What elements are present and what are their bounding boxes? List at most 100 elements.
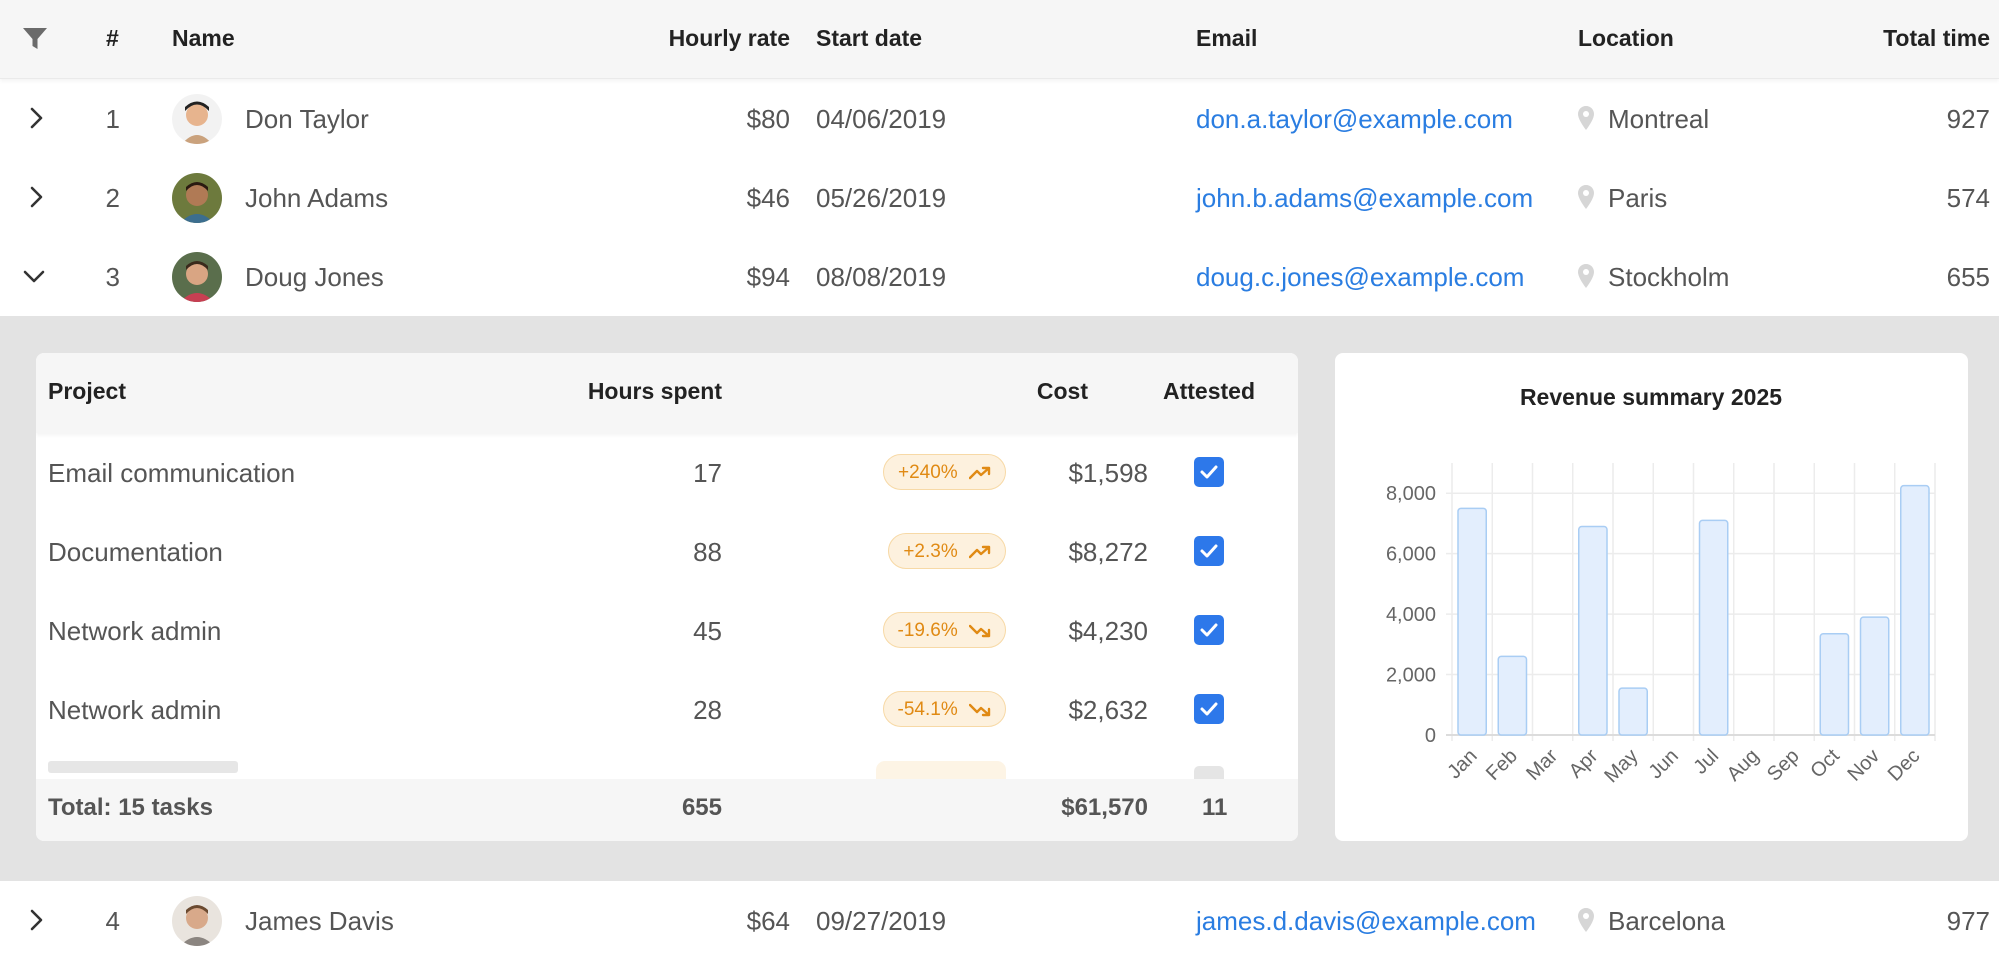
y-tick-label: 4,000 bbox=[1386, 604, 1436, 626]
x-tick-label: Dec bbox=[1884, 745, 1925, 786]
task-cost: $2,632 bbox=[1068, 695, 1148, 725]
column-header-number[interactable]: # bbox=[106, 25, 119, 52]
attested-checkbox[interactable] bbox=[1194, 694, 1224, 724]
location-pin-icon bbox=[1578, 106, 1594, 130]
start-date: 08/08/2019 bbox=[816, 262, 947, 292]
row-number: 4 bbox=[105, 906, 120, 936]
column-header-start-date[interactable]: Start date bbox=[816, 25, 922, 52]
hourly-rate: $64 bbox=[746, 906, 790, 936]
email-link[interactable]: don.a.taylor@example.com bbox=[1196, 104, 1513, 135]
x-tick-label: Jul bbox=[1690, 745, 1724, 779]
task-row[interactable]: Network admin 45 -19.6% $4,230 bbox=[36, 591, 1298, 670]
location: Paris bbox=[1608, 183, 1668, 213]
revenue-chart: Revenue summary 2025 0 2,000 4,000 6,000 8,0… bbox=[1386, 384, 1936, 787]
x-tick-label: Oct bbox=[1806, 745, 1844, 783]
column-header-total-time[interactable]: Total time bbox=[1790, 25, 1990, 52]
column-header-cost[interactable]: Cost bbox=[936, 378, 1088, 405]
change-badge: -54.1% bbox=[882, 691, 1006, 727]
attested-checkbox[interactable] bbox=[1194, 536, 1224, 566]
project-name: Network admin bbox=[48, 616, 222, 646]
avatar bbox=[172, 252, 222, 302]
y-tick-label: 8,000 bbox=[1386, 483, 1436, 505]
x-tick-label: Sep bbox=[1763, 745, 1804, 786]
trend-up-icon bbox=[968, 466, 991, 480]
filter-icon[interactable] bbox=[22, 26, 48, 52]
chart-title: Revenue summary 2025 bbox=[1520, 384, 1782, 410]
column-header-attested[interactable]: Attested bbox=[1163, 378, 1255, 405]
hourly-rate: $80 bbox=[746, 104, 790, 134]
chevron-down-icon[interactable] bbox=[22, 266, 46, 286]
bar bbox=[1859, 616, 1890, 736]
start-date: 09/27/2019 bbox=[816, 906, 947, 936]
start-date: 04/06/2019 bbox=[816, 104, 947, 134]
location-pin-icon bbox=[1578, 264, 1594, 288]
total-hours: 655 bbox=[681, 794, 722, 821]
column-header-hourly-rate[interactable]: Hourly rate bbox=[590, 25, 790, 52]
chevron-right-icon[interactable] bbox=[26, 185, 46, 209]
x-tick-label: Jun bbox=[1645, 745, 1683, 783]
clipped-checkbox bbox=[1194, 766, 1224, 779]
attested-checkbox[interactable] bbox=[1194, 615, 1224, 645]
y-tick-label: 6,000 bbox=[1386, 544, 1436, 566]
employee-name: James Davis bbox=[245, 906, 394, 936]
avatar bbox=[172, 94, 222, 144]
bar bbox=[1497, 655, 1528, 736]
chevron-right-icon[interactable] bbox=[26, 908, 46, 932]
location-pin-icon bbox=[1578, 185, 1594, 209]
column-header-project[interactable]: Project bbox=[48, 378, 126, 405]
task-row[interactable]: Email communication 17 +240% $1,598 bbox=[36, 433, 1298, 512]
change-value: -19.6% bbox=[897, 620, 958, 641]
table-header: # Name Hourly rate Start date Email Loca… bbox=[0, 0, 1999, 79]
chevron-right-icon[interactable] bbox=[26, 106, 46, 130]
change-badge: +2.3% bbox=[888, 533, 1006, 569]
y-tick-label: 2,000 bbox=[1386, 665, 1436, 687]
change-badge: +240% bbox=[883, 454, 1006, 490]
email-link[interactable]: james.d.davis@example.com bbox=[1196, 906, 1536, 937]
change-value: +240% bbox=[898, 462, 958, 483]
hourly-rate: $94 bbox=[746, 262, 790, 292]
table-row[interactable]: 4 James Davis $64 09/27/2019 james.d.dav… bbox=[0, 881, 1999, 960]
column-header-name[interactable]: Name bbox=[172, 25, 235, 52]
x-tick-label: Mar bbox=[1522, 745, 1562, 785]
hours-spent: 88 bbox=[693, 537, 722, 567]
total-time: 574 bbox=[1946, 183, 1990, 213]
task-cost: $4,230 bbox=[1068, 616, 1148, 646]
hours-spent: 17 bbox=[693, 458, 722, 488]
trend-up-icon bbox=[968, 545, 991, 559]
location: Montreal bbox=[1608, 104, 1710, 134]
table-row[interactable]: 1 Don Taylor $80 04/06/2019 don.a.taylor… bbox=[0, 79, 1999, 158]
tasks-footer: Total: 15 tasks 655 $61,570 11 bbox=[36, 779, 1298, 841]
column-header-location[interactable]: Location bbox=[1578, 25, 1674, 52]
table-row[interactable]: 2 John Adams $46 05/26/2019 john.b.adams… bbox=[0, 158, 1999, 237]
email-link[interactable]: john.b.adams@example.com bbox=[1196, 183, 1533, 214]
project-name: Documentation bbox=[48, 537, 223, 567]
table-row[interactable]: 3 Doug Jones $94 08/08/2019 doug.c.jones… bbox=[0, 237, 1999, 316]
row-number: 1 bbox=[105, 104, 120, 134]
hours-spent: 45 bbox=[693, 616, 722, 646]
attested-checkbox[interactable] bbox=[1194, 457, 1224, 487]
start-date: 05/26/2019 bbox=[816, 183, 947, 213]
change-badge: -19.6% bbox=[882, 612, 1006, 648]
task-row[interactable]: Documentation 88 +2.3% $8,272 bbox=[36, 512, 1298, 591]
trend-down-icon bbox=[968, 703, 991, 717]
x-tick-label: Apr bbox=[1565, 745, 1603, 783]
total-time: 655 bbox=[1946, 262, 1990, 292]
avatar bbox=[172, 896, 222, 946]
project-name: Email communication bbox=[48, 458, 296, 488]
column-header-email[interactable]: Email bbox=[1196, 25, 1257, 52]
column-header-hours-spent[interactable]: Hours spent bbox=[516, 378, 722, 405]
hours-spent: 28 bbox=[693, 695, 722, 725]
total-attested: 11 bbox=[1202, 794, 1228, 821]
avatar bbox=[172, 173, 222, 223]
total-time: 927 bbox=[1946, 104, 1990, 134]
change-value: +2.3% bbox=[903, 541, 958, 562]
employee-name: John Adams bbox=[245, 183, 389, 213]
bar bbox=[1900, 484, 1930, 736]
task-row[interactable]: Network admin 28 -54.1% $2,632 bbox=[36, 670, 1298, 749]
email-link[interactable]: doug.c.jones@example.com bbox=[1196, 262, 1524, 293]
row-detail: Project Hours spent Cost Attested Email … bbox=[0, 316, 1999, 881]
bar bbox=[1618, 687, 1648, 736]
row-number: 2 bbox=[105, 183, 120, 213]
trend-down-icon bbox=[968, 624, 991, 638]
bar bbox=[1819, 633, 1850, 736]
